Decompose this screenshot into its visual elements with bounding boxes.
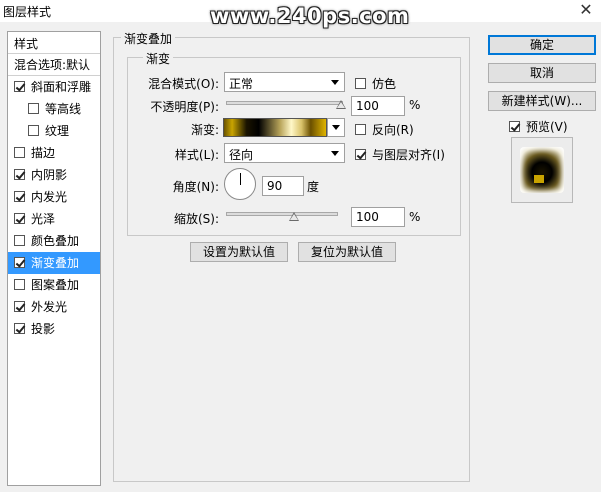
- checkbox-icon[interactable]: [14, 235, 25, 246]
- checkbox-icon[interactable]: [14, 257, 25, 268]
- style-item-label: 图案叠加: [31, 278, 80, 292]
- title-bar: 图层样式 www.240ps.com ✕: [0, 0, 601, 28]
- gradient-label: 渐变:: [190, 123, 219, 137]
- preview-label: 预览(V): [526, 120, 568, 134]
- reset-default-button[interactable]: 复位为默认值: [298, 242, 396, 262]
- ok-button[interactable]: 确定: [488, 35, 596, 55]
- style-item[interactable]: 等高线: [8, 98, 100, 120]
- reverse-checkbox[interactable]: 反向(R): [355, 121, 414, 138]
- opacity-slider-handle[interactable]: [336, 100, 346, 109]
- preview-checkbox[interactable]: 预览(V): [509, 118, 568, 135]
- angle-dial[interactable]: [224, 168, 256, 200]
- scale-unit: %: [409, 210, 421, 224]
- angle-input[interactable]: 90: [262, 176, 304, 196]
- style-item-label: 光泽: [31, 212, 56, 226]
- blend-mode-select[interactable]: 正常: [224, 72, 345, 92]
- style-item[interactable]: 光泽: [8, 208, 100, 230]
- style-item[interactable]: 纹理: [8, 120, 100, 142]
- opacity-unit: %: [409, 98, 421, 112]
- style-item[interactable]: 内发光: [8, 186, 100, 208]
- style-item-label: 颜色叠加: [31, 234, 80, 248]
- checkbox-icon[interactable]: [14, 213, 25, 224]
- window-title: 图层样式: [3, 5, 52, 19]
- style-label: 样式(L):: [174, 148, 219, 162]
- watermark-text: www.240ps.com: [210, 4, 410, 28]
- angle-label: 角度(N):: [172, 180, 219, 194]
- checkbox-icon: [355, 149, 366, 160]
- style-list-panel: 样式 混合选项:默认 斜面和浮雕等高线纹理描边内阴影内发光光泽颜色叠加渐变叠加图…: [7, 31, 101, 486]
- style-item-label: 内发光: [31, 190, 68, 204]
- chevron-down-icon: [331, 80, 339, 85]
- checkbox-icon[interactable]: [14, 169, 25, 180]
- opacity-input[interactable]: 100: [351, 96, 405, 116]
- gradient-picker-dropdown[interactable]: [327, 118, 345, 137]
- style-item[interactable]: 内阴影: [8, 164, 100, 186]
- checkbox-icon[interactable]: [14, 323, 25, 334]
- style-item[interactable]: 斜面和浮雕: [8, 76, 100, 98]
- scale-input[interactable]: 100: [351, 207, 405, 227]
- blend-mode-label: 混合模式(O):: [148, 77, 219, 91]
- style-item-label: 斜面和浮雕: [31, 80, 92, 94]
- preview-image: [520, 147, 564, 193]
- align-with-layer-label: 与图层对齐(I): [372, 148, 445, 162]
- chevron-down-icon: [331, 151, 339, 156]
- checkbox-icon: [355, 78, 366, 89]
- checkbox-icon: [355, 124, 366, 135]
- scale-label: 缩放(S):: [173, 212, 219, 226]
- cancel-button[interactable]: 取消: [488, 63, 596, 83]
- style-item[interactable]: 投影: [8, 318, 100, 340]
- checkbox-icon[interactable]: [14, 301, 25, 312]
- style-item-label: 等高线: [45, 102, 82, 116]
- checkbox-icon[interactable]: [14, 191, 25, 202]
- gradient-subgroup-title: 渐变: [143, 50, 174, 67]
- style-item-label: 内阴影: [31, 168, 68, 182]
- dither-label: 仿色: [372, 77, 397, 91]
- blend-options-item[interactable]: 混合选项:默认: [8, 54, 100, 76]
- style-item-label: 纹理: [45, 124, 70, 138]
- style-item[interactable]: 图案叠加: [8, 274, 100, 296]
- opacity-slider-track[interactable]: [226, 101, 343, 105]
- chevron-down-icon: [332, 125, 340, 130]
- style-item-label: 投影: [31, 322, 56, 336]
- style-item-label: 描边: [31, 146, 56, 160]
- angle-indicator: [240, 173, 241, 185]
- style-item[interactable]: 描边: [8, 142, 100, 164]
- style-item[interactable]: 渐变叠加: [8, 252, 100, 274]
- checkbox-icon[interactable]: [28, 103, 39, 114]
- scale-slider-handle[interactable]: [289, 212, 299, 221]
- align-with-layer-checkbox[interactable]: 与图层对齐(I): [355, 146, 445, 163]
- checkbox-icon[interactable]: [14, 81, 25, 92]
- gradient-style-select[interactable]: 径向: [224, 143, 345, 163]
- checkbox-icon[interactable]: [14, 147, 25, 158]
- opacity-label: 不透明度(P):: [150, 100, 219, 114]
- scale-slider-track[interactable]: [226, 212, 338, 216]
- checkbox-icon: [509, 121, 520, 132]
- gradient-preview-swatch[interactable]: [223, 118, 327, 137]
- reverse-label: 反向(R): [372, 123, 414, 137]
- style-preview-thumbnail: [511, 137, 573, 203]
- close-icon[interactable]: ✕: [574, 0, 598, 20]
- dither-checkbox[interactable]: 仿色: [355, 75, 396, 92]
- style-item[interactable]: 颜色叠加: [8, 230, 100, 252]
- style-item-label: 渐变叠加: [31, 256, 80, 270]
- checkbox-icon[interactable]: [14, 279, 25, 290]
- make-default-button[interactable]: 设置为默认值: [190, 242, 288, 262]
- style-item-label: 外发光: [31, 300, 68, 314]
- blend-mode-value: 正常: [229, 77, 254, 91]
- checkbox-icon[interactable]: [28, 125, 39, 136]
- new-style-button[interactable]: 新建样式(W)...: [488, 91, 596, 111]
- style-item[interactable]: 外发光: [8, 296, 100, 318]
- styles-header[interactable]: 样式: [8, 32, 100, 54]
- gradient-style-value: 径向: [229, 148, 254, 162]
- angle-unit: 度: [307, 180, 320, 194]
- gradient-overlay-title: 渐变叠加: [121, 30, 176, 47]
